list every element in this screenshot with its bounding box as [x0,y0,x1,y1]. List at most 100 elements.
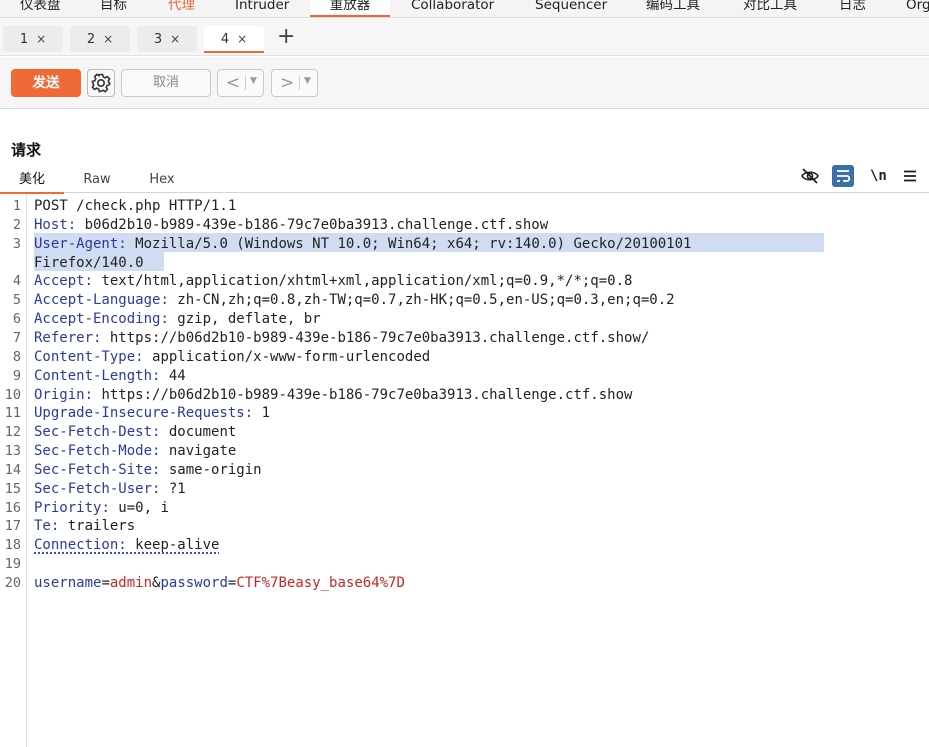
header-name: User-Agent [34,235,119,252]
menu-logger[interactable]: 日志 [839,0,866,14]
header-value: navigate [160,443,237,460]
menu-comparer[interactable]: 对比工具 [743,0,797,14]
hide-nonprintable-button[interactable] [800,166,820,188]
line-content: Accept-Encoding: gzip, deflate, br [34,310,321,329]
line-content: Content-Length: 44 [34,367,186,386]
header-name: Sec-Fetch-Dest [34,424,153,441]
tab-hex[interactable]: Hex [135,170,189,192]
editor-line: 6 Accept-Encoding: gzip, deflate, br [0,310,929,329]
hamburger-menu-icon [904,170,916,182]
header-colon: : [101,499,110,516]
param-key: password [160,575,228,591]
repeater-tab-2[interactable]: 2 × [70,26,130,52]
header-value: Mozilla/5.0 (Windows NT 10.0; Win64; x64… [126,235,692,252]
line-content: Content-Type: application/x-www-form-url… [34,348,430,367]
header-value: same-origin [160,461,262,478]
header-value: b06d2b10-b989-439e-b186-79c7e0ba3913.cha… [76,216,549,233]
header-name: Origin [34,386,85,403]
header-value: document [160,424,237,441]
history-back-button[interactable]: < ▼ [217,69,264,97]
header-colon: : [135,348,144,365]
header-value: zh-CN,zh;q=0.8,zh-TW;q=0.7,zh-HK;q=0.5,e… [168,292,675,309]
line-number: 9 [12,367,21,384]
header-name: Accept-Encoding [34,311,161,328]
editor-line: 15 Sec-Fetch-User: ?1 [0,480,929,499]
new-tab-plus-icon[interactable]: + [277,24,295,50]
show-newlines-button[interactable]: \n [870,168,887,190]
menu-repeater-label: 重放器 [329,0,371,13]
editor-line: 10 Origin: https://b06d2b10-b989-439e-b18… [0,386,929,405]
header-name: Sec-Fetch-Site [34,461,153,478]
line-content: Sec-Fetch-Mode: navigate [34,442,236,461]
editor-line: 4 Accept: text/html,application/xhtml+xml… [0,272,929,291]
param-value: CTF%7Beasy_base64%7D [236,575,405,591]
repeater-tab-3[interactable]: 3 × [137,26,197,52]
menu-sequencer[interactable]: Sequencer [535,0,607,14]
tab-pretty[interactable]: 美化 [0,170,64,194]
chevron-down-icon[interactable]: ▼ [250,76,257,86]
line-content: Accept: text/html,application/xhtml+xml,… [34,272,632,291]
param-equals: = [101,575,110,591]
header-value: gzip, deflate, br [168,311,321,328]
tab-raw[interactable]: Raw [70,170,124,192]
header-name: Connection [34,537,119,554]
header-value: ?1 [160,480,186,497]
chevron-right-icon: > [280,73,295,93]
history-forward-button[interactable]: > ▼ [271,69,318,97]
line-number: 2 [12,216,21,233]
menu-collaborator[interactable]: Collaborator [411,0,494,14]
word-wrap-button[interactable] [832,165,854,187]
close-icon[interactable]: × [36,32,46,46]
repeater-tabs: 1 × 2 × 3 × 4 × [0,19,929,56]
header-colon: : [118,235,127,252]
line-content: Accept-Language: zh-CN,zh;q=0.8,zh-TW;q=… [34,291,675,310]
settings-button[interactable] [87,69,115,97]
menu-button[interactable] [903,169,917,191]
cancel-button[interactable]: 取消 [121,69,211,97]
tab-label: 1 [19,32,29,47]
repeater-tab-1[interactable]: 1 × [3,26,63,52]
editor-line-body: 20 username=admin&password=CTF%7Beasy_bas… [0,574,929,593]
header-name: Host [34,216,68,233]
editor-line: 8 Content-Type: application/x-www-form-ur… [0,348,929,367]
editor-line: 5 Accept-Language: zh-CN,zh;q=0.8,zh-TW;q… [0,291,929,310]
eye-off-icon [801,168,819,184]
header-colon: : [160,292,169,309]
header-name: Accept-Language [34,292,161,309]
request-view-tabs: 美化 Raw Hex [0,167,929,194]
header-colon: : [160,311,169,328]
request-editor[interactable]: 1 POST /check.php HTTP/1.1 2 Host: b06d2b10… [0,194,929,747]
header-value: u=0, i [109,499,169,516]
request-panel-title: 请求 [11,141,42,159]
menu-proxy[interactable]: 代理 [168,0,195,14]
line-number: 7 [12,329,21,346]
menu-repeater[interactable]: 重放器 [310,0,390,17]
line-number: 12 [4,424,21,441]
close-icon[interactable]: × [170,32,180,46]
line-content: Referer: https://b06d2b10-b989-439e-b186… [34,329,649,348]
close-icon[interactable]: × [103,32,113,46]
line-number: 5 [12,292,21,309]
param-value: admin [109,575,153,591]
header-name: Accept [34,273,85,290]
editor-line: 7 Referer: https://b06d2b10-b989-439e-b18… [0,329,929,348]
close-icon[interactable]: × [237,32,247,46]
chevron-down-icon[interactable]: ▼ [304,76,311,86]
line-content: Host: b06d2b10-b989-439e-b186-79c7e0ba39… [34,216,548,235]
editor-line: 9 Content-Length: 44 [0,367,929,386]
header-colon: : [84,273,94,290]
line-number: 18 [4,537,21,554]
line-content: Connection: keep-alive [34,536,219,555]
header-name: Sec-Fetch-Mode [34,443,153,460]
menu-dashboard[interactable]: 仪表盘 [20,0,61,14]
header-name: Content-Type [34,348,136,365]
menu-intruder[interactable]: Intruder [235,0,289,14]
editor-line: 19 [0,555,929,574]
editor-line: 11 Upgrade-Insecure-Requests: 1 [0,404,929,423]
repeater-tab-4[interactable]: 4 × [204,26,264,53]
menu-target[interactable]: 目标 [100,0,127,14]
send-button[interactable]: 发送 [11,69,81,97]
menu-organizer[interactable]: Org [906,0,929,14]
menu-decoder[interactable]: 编码工具 [646,0,700,14]
request-line: Firefox/140.0 [34,254,144,271]
